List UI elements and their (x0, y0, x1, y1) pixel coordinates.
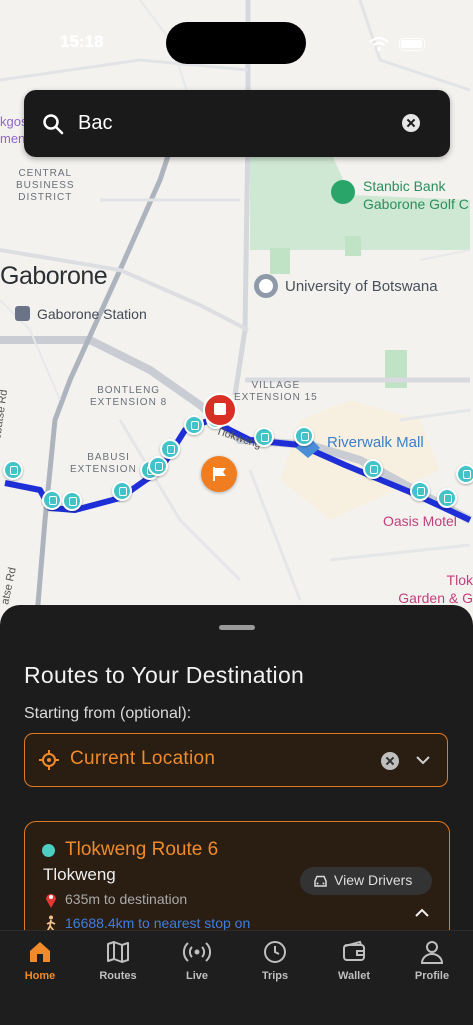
map-label-stanbic[interactable]: Stanbic Bank Gaborone Golf C (363, 177, 469, 213)
map-label-station: Gaborone Station (37, 306, 147, 322)
sheet-title: Routes to Your Destination (24, 662, 305, 688)
tab-profile-label: Profile (414, 970, 450, 982)
route-walk-distance: 16688.4km to nearest stop on (65, 915, 251, 931)
start-location-value: Current Location (70, 748, 216, 769)
current-bus-marker-icon[interactable] (203, 393, 237, 427)
view-drivers-button[interactable]: View Drivers (300, 867, 432, 895)
clear-search-icon[interactable] (402, 114, 420, 132)
bus-stop-icon[interactable] (294, 426, 314, 446)
tab-wallet-label: Wallet (338, 970, 370, 982)
bus-stop-icon[interactable] (254, 427, 274, 447)
clock-icon (264, 941, 286, 963)
tab-routes[interactable]: Routes (88, 939, 148, 985)
view-drivers-label: View Drivers (334, 872, 413, 888)
bus-stop-icon[interactable] (112, 481, 132, 501)
map-label-tlok[interactable]: Tlok Garden & G (394, 571, 473, 607)
destination-flag-icon[interactable] (201, 456, 237, 492)
search-icon (43, 114, 64, 135)
pin-icon (46, 894, 56, 908)
broadcast-icon (183, 942, 211, 962)
bus-stop-icon[interactable] (42, 490, 62, 510)
route-color-dot (42, 844, 55, 857)
bus-stop-icon[interactable] (160, 439, 180, 459)
route-area: Tlokweng (43, 865, 116, 884)
map-icon (107, 941, 129, 963)
map-label-cbd: CENTRAL BUSINESS DISTRICT (16, 168, 75, 203)
bus-stop-icon[interactable] (184, 415, 204, 435)
chevron-down-icon[interactable] (415, 754, 431, 766)
sheet-drag-handle[interactable] (219, 625, 255, 630)
map-label-university[interactable]: University of Botswana (285, 278, 438, 295)
map-label-oasis[interactable]: Oasis Motel (383, 513, 457, 529)
tab-routes-label: Routes (99, 970, 137, 982)
tab-trips[interactable]: Trips (245, 939, 305, 985)
bus-stop-icon[interactable] (410, 481, 430, 501)
wallet-icon (343, 940, 365, 961)
map-label-bontleng: BONTLENG EXTENSION 8 (90, 385, 168, 408)
car-icon (314, 875, 327, 887)
tab-home[interactable]: Home (10, 939, 70, 985)
map-label-riverwalk[interactable]: Riverwalk Mall (327, 434, 424, 451)
chevron-up-icon[interactable] (414, 907, 430, 919)
bus-stop-icon[interactable] (363, 459, 383, 479)
tab-live[interactable]: Live (167, 939, 227, 985)
route-name: Tlokweng Route 6 (65, 839, 219, 860)
crosshair-icon (39, 750, 59, 770)
tab-wallet[interactable]: Wallet (324, 939, 384, 985)
search-input[interactable]: Bac (78, 112, 112, 135)
battery-icon (399, 38, 425, 51)
tab-live-label: Live (185, 970, 208, 982)
dynamic-island (166, 22, 306, 64)
tab-profile[interactable]: Profile (402, 939, 462, 985)
bus-stop-icon[interactable] (3, 460, 23, 480)
search-bar[interactable]: Bac (24, 90, 450, 157)
tab-bar: Home Routes Live Trips Wallet Profile (0, 930, 473, 1025)
clear-location-icon[interactable] (381, 752, 399, 770)
start-location-select[interactable]: Current Location (24, 733, 448, 787)
tab-trips-label: Trips (261, 970, 289, 982)
wifi-icon (369, 36, 389, 51)
map-label-babusi: BABUSI EXTENSION 4 (70, 452, 146, 475)
bus-stop-icon[interactable] (456, 464, 473, 484)
bus-stop-icon[interactable] (437, 488, 457, 508)
map-label-city: Gaborone (0, 262, 108, 290)
tab-home-label: Home (24, 970, 56, 982)
route-distance: 635m to destination (65, 891, 188, 907)
bus-stop-icon[interactable] (62, 491, 82, 511)
home-icon (30, 942, 50, 962)
person-icon (420, 941, 444, 964)
status-time: 15:18 (60, 32, 104, 51)
map-label-village: VILLAGE EXTENSION 15 (234, 380, 318, 403)
starting-from-label: Starting from (optional): (24, 705, 192, 722)
bus-stop-icon[interactable] (148, 456, 168, 476)
